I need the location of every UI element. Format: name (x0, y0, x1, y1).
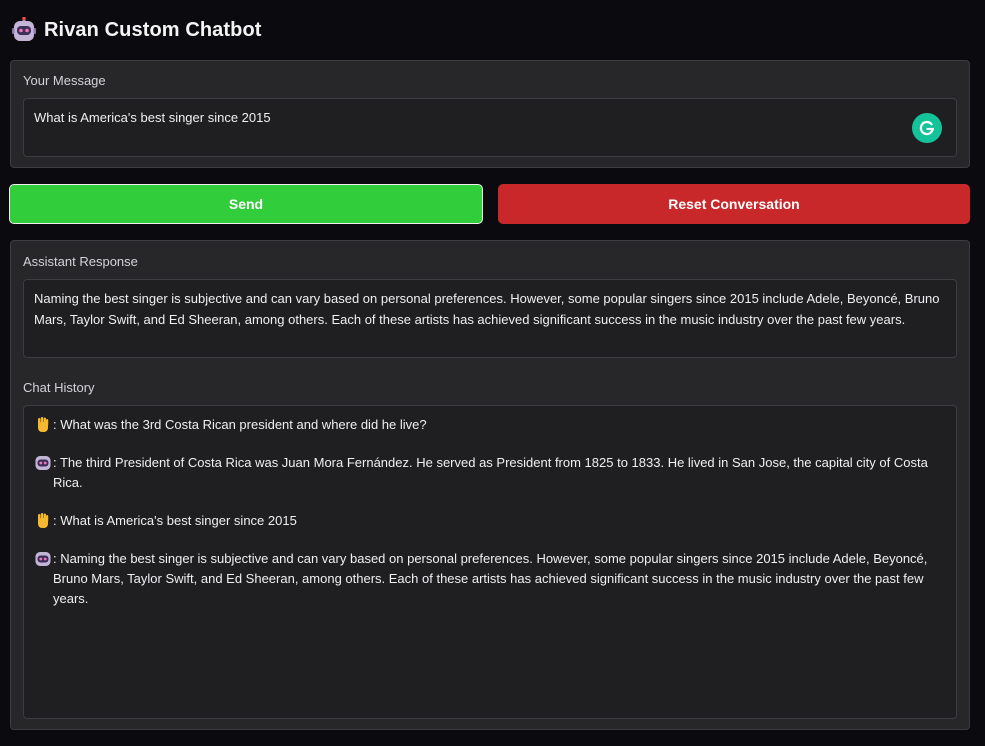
history-entry-user: : What is America's best singer since 20… (34, 511, 946, 531)
robot-icon (34, 550, 52, 568)
grammarly-icon[interactable] (912, 113, 942, 143)
message-input-value: What is America's best singer since 2015 (34, 110, 271, 125)
app-title: Rivan Custom Chatbot (44, 18, 262, 41)
assistant-response-text: Naming the best singer is subjective and… (34, 291, 940, 327)
assistant-response-box[interactable]: Naming the best singer is subjective and… (23, 279, 957, 358)
message-input[interactable]: What is America's best singer since 2015 (23, 98, 957, 157)
history-entry-assistant: : Naming the best singer is subjective a… (34, 549, 946, 609)
chat-history-label: Chat History (23, 380, 95, 395)
user-hand-icon (34, 512, 52, 530)
robot-icon (34, 454, 52, 472)
message-panel: Your Message What is America's best sing… (10, 60, 970, 168)
response-panel: Assistant Response Naming the best singe… (10, 240, 970, 730)
message-label: Your Message (23, 73, 106, 88)
app-header: Rivan Custom Chatbot (12, 15, 262, 45)
history-text: : The third President of Costa Rica was … (53, 455, 928, 490)
reset-conversation-button[interactable]: Reset Conversation (498, 184, 970, 224)
history-entry-user: : What was the 3rd Costa Rican president… (34, 415, 946, 435)
history-text: : What is America's best singer since 20… (53, 513, 297, 528)
robot-icon (12, 16, 36, 43)
history-text: : Naming the best singer is subjective a… (53, 551, 928, 606)
chat-history-box[interactable]: : What was the 3rd Costa Rican president… (23, 405, 957, 719)
history-text: : What was the 3rd Costa Rican president… (53, 417, 427, 432)
user-hand-icon (34, 416, 52, 434)
assistant-response-label: Assistant Response (23, 254, 138, 269)
chatbot-app: Rivan Custom Chatbot Your Message What i… (0, 0, 985, 746)
send-button[interactable]: Send (9, 184, 483, 224)
history-entry-assistant: : The third President of Costa Rica was … (34, 453, 946, 493)
